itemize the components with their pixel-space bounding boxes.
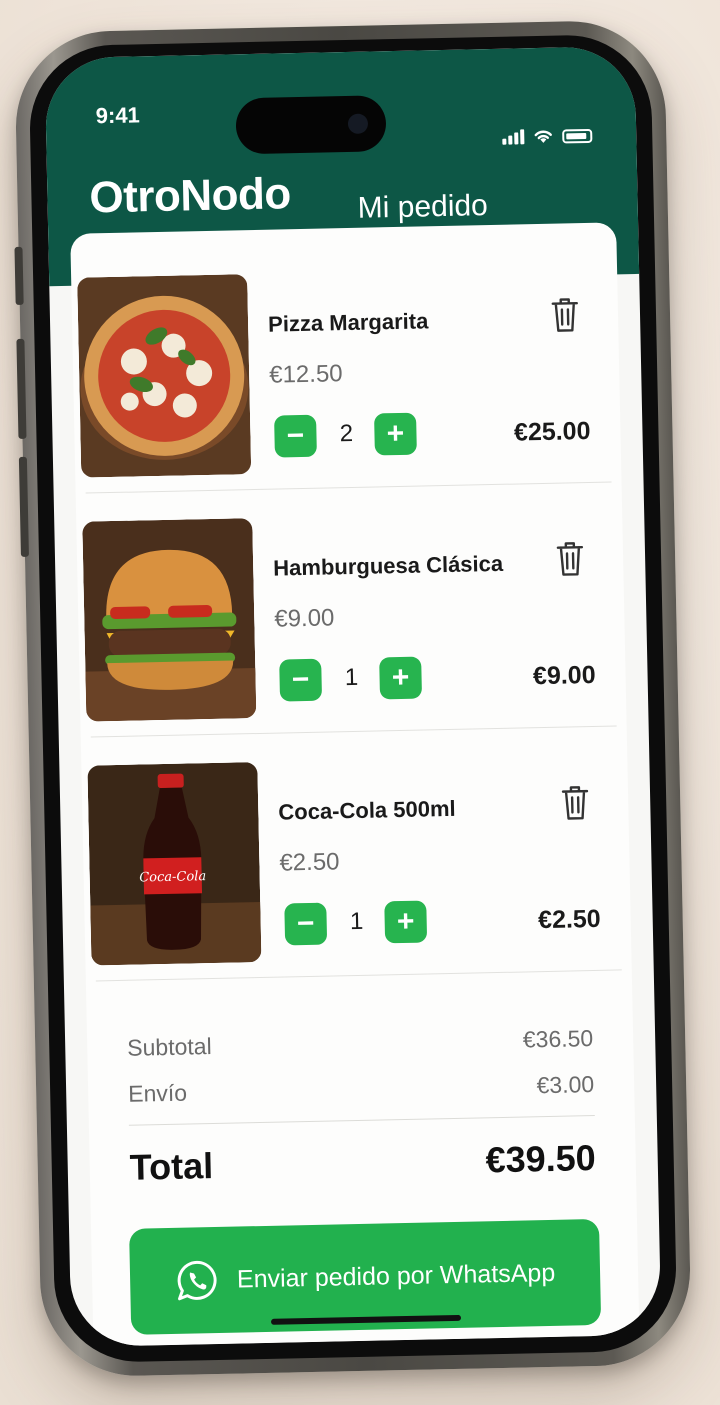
- battery-icon: [562, 128, 593, 144]
- shipping-row: Envío €3.00: [128, 1071, 594, 1108]
- item-quantity: 1: [349, 907, 364, 936]
- svg-text:Coca-Cola: Coca-Cola: [139, 869, 206, 885]
- wifi-icon: [534, 130, 552, 143]
- burger-image: [82, 518, 257, 722]
- total-value: €39.50: [485, 1137, 597, 1181]
- decrease-quantity-button[interactable]: −: [279, 658, 323, 702]
- item-line-total: €25.00: [513, 416, 591, 447]
- dynamic-island: [235, 95, 387, 155]
- status-time: 9:41: [95, 102, 141, 129]
- camera-icon: [347, 113, 369, 134]
- item-name: Pizza Margarita: [267, 308, 429, 337]
- trash-icon[interactable]: [560, 783, 591, 822]
- shipping-value: €3.00: [536, 1071, 595, 1099]
- subtotal-value: €36.50: [522, 1025, 594, 1053]
- status-icons: [502, 127, 593, 145]
- brand-logo: OtroNodo: [88, 169, 292, 223]
- divider: [128, 1115, 595, 1126]
- item-quantity: 1: [344, 663, 359, 692]
- total-label: Total: [129, 1145, 214, 1188]
- app-screen: 9:41 OtroNodo Mi pedido Pizza Margarita …: [44, 45, 662, 1348]
- cart-item: Coca-Cola Coca-Cola 500ml €2.50 − 1 + €2…: [81, 730, 632, 982]
- item-name: Hamburguesa Clásica: [272, 550, 504, 581]
- item-unit-price: €2.50: [279, 848, 340, 877]
- divider: [95, 969, 622, 982]
- decrease-quantity-button[interactable]: −: [284, 902, 328, 946]
- increase-quantity-button[interactable]: +: [379, 656, 423, 700]
- phone-device: 9:41 OtroNodo Mi pedido Pizza Margarita …: [13, 19, 693, 1378]
- item-name: Coca-Cola 500ml: [278, 795, 456, 825]
- decrease-quantity-button[interactable]: −: [274, 414, 317, 458]
- background: 9:41 OtroNodo Mi pedido Pizza Margarita …: [0, 0, 720, 1405]
- shipping-label: Envío: [127, 1079, 188, 1107]
- trash-icon[interactable]: [550, 295, 581, 334]
- cola-image: Coca-Cola: [87, 762, 262, 966]
- order-panel: Pizza Margarita €12.50 − 2 + €25.00 Hamb…: [70, 222, 640, 1347]
- whatsapp-icon: [177, 1260, 217, 1301]
- item-quantity: 2: [339, 419, 354, 448]
- increase-quantity-button[interactable]: +: [374, 412, 417, 456]
- item-unit-price: €9.00: [274, 604, 335, 633]
- subtotal-row: Subtotal €36.50: [127, 1025, 593, 1062]
- increase-quantity-button[interactable]: +: [384, 900, 428, 944]
- total-row: Total €39.50: [129, 1137, 596, 1189]
- send-whatsapp-label: Enviar pedido por WhatsApp: [236, 1258, 556, 1294]
- page-title: Mi pedido: [357, 189, 489, 225]
- action-button: [14, 246, 24, 305]
- cart-item: Hamburguesa Clásica €9.00 − 1 + €9.00: [76, 486, 627, 738]
- item-line-total: €2.50: [537, 904, 601, 935]
- order-summary: Subtotal €36.50 Envío €3.00 Total €39.50: [87, 1012, 633, 1188]
- signal-icon: [502, 129, 525, 145]
- item-line-total: €9.00: [532, 660, 596, 691]
- cart-item: Pizza Margarita €12.50 − 2 + €25.00: [71, 242, 622, 494]
- trash-icon[interactable]: [555, 539, 586, 578]
- pizza-image: [77, 274, 252, 478]
- subtotal-label: Subtotal: [126, 1033, 212, 1061]
- item-unit-price: €12.50: [268, 360, 343, 389]
